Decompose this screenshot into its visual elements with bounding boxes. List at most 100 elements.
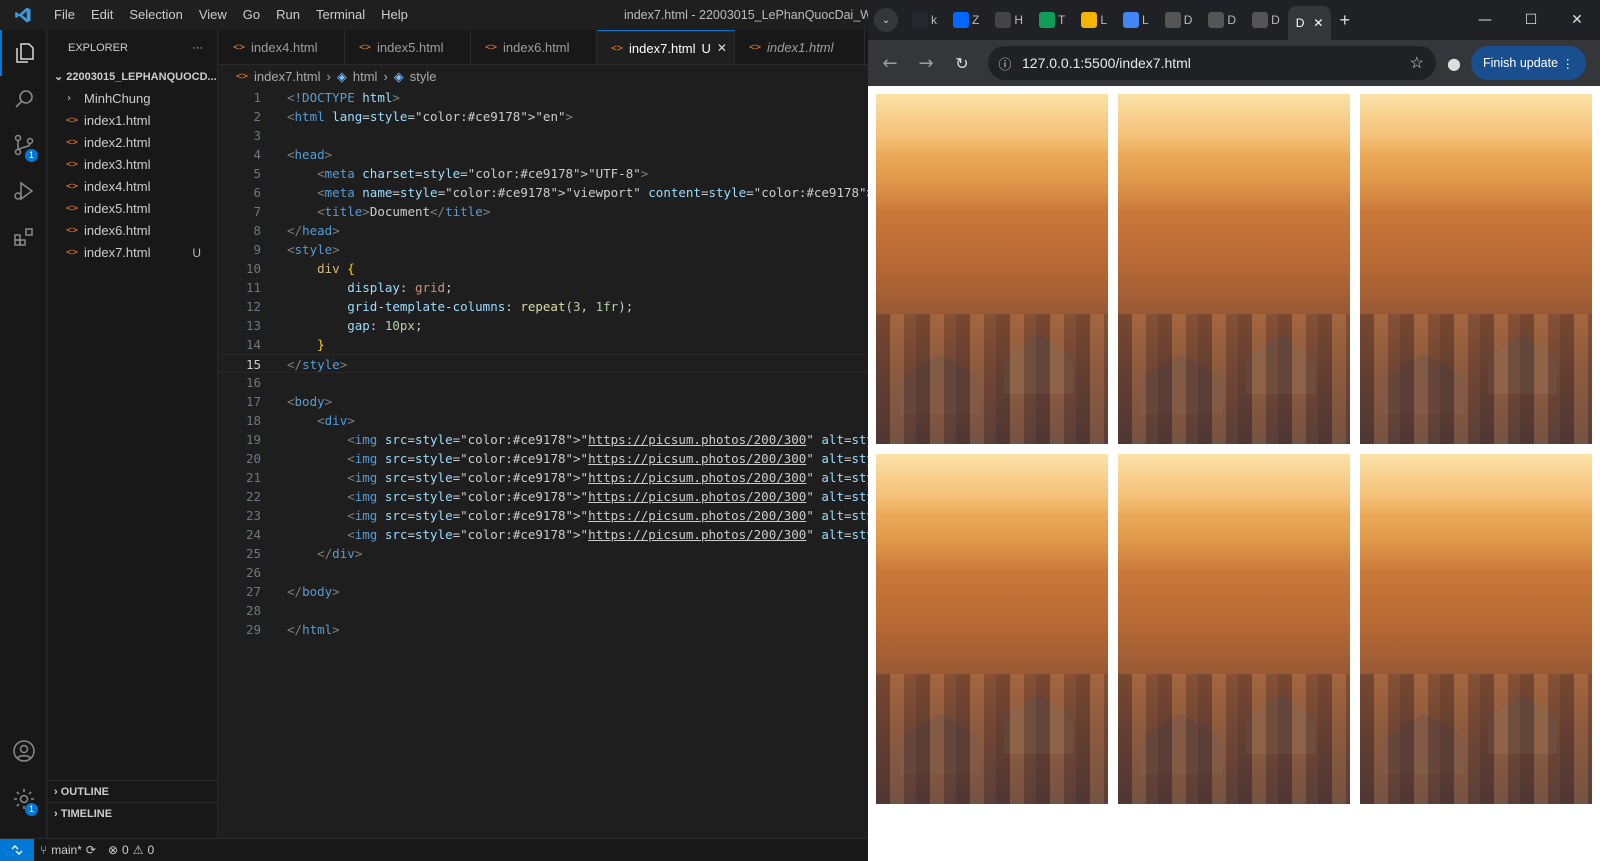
browser-tab[interactable]: D	[1157, 5, 1201, 35]
code-line[interactable]: 15 </style>	[219, 354, 868, 373]
file-item[interactable]: <> index7.html U	[48, 242, 217, 264]
browser-tab[interactable]: T	[1031, 5, 1073, 35]
code-line[interactable]: 4 <head>	[219, 145, 868, 164]
html-file-icon: <>	[233, 42, 246, 53]
menu-file[interactable]: File	[46, 0, 83, 30]
tab-index1[interactable]: <> index1.html	[735, 30, 865, 64]
file-item[interactable]: <> index4.html	[48, 176, 217, 198]
site-info-icon[interactable]: ⓘ	[988, 54, 1022, 73]
code-line[interactable]: 25 </div>	[219, 544, 868, 563]
timeline-section[interactable]: › TIMELINE	[48, 802, 218, 824]
explorer-sidebar: EXPLORER ··· ⌄ 22003015_LEPHANQUOCD... ›…	[48, 30, 218, 838]
line-number: 3	[253, 128, 261, 143]
line-number: 22	[245, 489, 261, 504]
menu-terminal[interactable]: Terminal	[308, 0, 373, 30]
code-line[interactable]: 3	[219, 126, 868, 145]
accounts-icon[interactable]	[0, 728, 47, 774]
favicon-icon	[953, 12, 969, 28]
menu-run[interactable]: Run	[268, 0, 308, 30]
code-line[interactable]: 19 <img src=style="color:#ce9178">"https…	[219, 430, 1341, 449]
new-tab-button[interactable]: +	[1331, 5, 1358, 35]
outline-section[interactable]: › OUTLINE	[48, 780, 218, 802]
tab-index5[interactable]: <> index5.html	[345, 30, 471, 64]
code-line[interactable]: 21 <img src=style="color:#ce9178">"https…	[219, 468, 1341, 487]
file-item[interactable]: <> index3.html	[48, 154, 217, 176]
error-icon: ⊗	[107, 843, 119, 857]
reload-icon[interactable]: ↻	[944, 45, 980, 81]
bookmark-star-icon[interactable]: ☆	[1410, 53, 1424, 73]
code-line[interactable]: 12 grid-template-columns: repeat(3, 1fr)…	[219, 297, 868, 316]
code-editor[interactable]: 1 <!DOCTYPE html> 2 <html lang=style="color…	[219, 88, 1341, 838]
browser-tab-active[interactable]: D ✕	[1287, 6, 1332, 40]
code-line[interactable]: 14 }	[219, 335, 868, 354]
minimize-icon[interactable]: —	[1462, 0, 1508, 40]
more-actions-icon[interactable]: ···	[192, 30, 203, 66]
code-line[interactable]: 29 </html>	[219, 620, 868, 639]
tab-search-button[interactable]: ⌄	[868, 5, 904, 35]
browser-tab[interactable]: Z	[945, 5, 987, 35]
code-line[interactable]: 18 <div>	[219, 411, 868, 430]
profile-icon[interactable]: ●	[1436, 45, 1472, 81]
menu-edit[interactable]: Edit	[83, 0, 121, 30]
explorer-icon[interactable]	[0, 30, 47, 76]
menu-view[interactable]: View	[191, 0, 235, 30]
file-item[interactable]: <> index6.html	[48, 220, 217, 242]
code-line[interactable]: 6 <meta name=style="color:#ce9178">"view…	[219, 183, 1175, 202]
image-grid	[876, 94, 1592, 804]
code-line[interactable]: 23 <img src=style="color:#ce9178">"https…	[219, 506, 1341, 525]
code-line[interactable]: 20 <img src=style="color:#ce9178">"https…	[219, 449, 1341, 468]
code-line[interactable]: 1 <!DOCTYPE html>	[219, 88, 868, 107]
code-line[interactable]: 27 </body>	[219, 582, 868, 601]
code-line[interactable]: 13 gap: 10px;	[219, 316, 868, 335]
remote-icon[interactable]	[0, 839, 34, 861]
code-line[interactable]: 5 <meta charset=style="color:#ce9178">"U…	[219, 164, 868, 183]
photo-image	[1118, 454, 1350, 804]
source-control-icon[interactable]: 1	[0, 122, 47, 168]
tab-index4[interactable]: <> index4.html	[219, 30, 345, 64]
menu-selection[interactable]: Selection	[121, 0, 190, 30]
browser-tab[interactable]: D	[1244, 5, 1288, 35]
code-line[interactable]: 26	[219, 563, 868, 582]
code-line[interactable]: 22 <img src=style="color:#ce9178">"https…	[219, 487, 1341, 506]
run-debug-icon[interactable]	[0, 168, 47, 214]
browser-tab[interactable]: L	[1115, 5, 1157, 35]
forward-icon[interactable]: →	[908, 45, 944, 81]
close-tab-icon[interactable]: ✕	[717, 31, 727, 65]
tab-index6[interactable]: <> index6.html	[471, 30, 597, 64]
code-line[interactable]: 10 div {	[219, 259, 868, 278]
folder-item[interactable]: › MinhChung	[48, 88, 217, 110]
file-item[interactable]: <> index5.html	[48, 198, 217, 220]
finish-update-button[interactable]: Finish update ⋮	[1471, 46, 1586, 80]
browser-tab[interactable]: k	[904, 5, 945, 35]
file-item[interactable]: <> index1.html	[48, 110, 217, 132]
code-line[interactable]: 9 <style>	[219, 240, 868, 259]
manage-gear-icon[interactable]: 1	[0, 776, 47, 822]
menu-help[interactable]: Help	[373, 0, 416, 30]
code-line[interactable]: 28	[219, 601, 868, 620]
file-item[interactable]: <> index2.html	[48, 132, 217, 154]
code-line[interactable]: 7 <title>Document</title>	[219, 202, 868, 221]
workspace-root-folder[interactable]: ⌄ 22003015_LEPHANQUOCD...	[48, 66, 217, 88]
close-icon[interactable]: ✕	[1554, 0, 1600, 40]
code-line[interactable]: 8 </head>	[219, 221, 868, 240]
menu-go[interactable]: Go	[235, 0, 268, 30]
address-bar[interactable]: ⓘ 127.0.0.1:5500/index7.html ☆	[988, 46, 1436, 80]
code-line[interactable]: 16	[219, 373, 868, 392]
browser-tab[interactable]: H	[987, 5, 1031, 35]
code-line[interactable]: 24 <img src=style="color:#ce9178">"https…	[219, 525, 1341, 544]
url-text[interactable]: 127.0.0.1:5500/index7.html	[1022, 55, 1191, 71]
search-icon[interactable]	[0, 76, 47, 122]
code-line[interactable]: 2 <html lang=style="color:#ce9178">"en">	[219, 107, 868, 126]
problems-status[interactable]: ⊗ 0 ⚠ 0	[102, 843, 160, 857]
code-line[interactable]: 17 <body>	[219, 392, 868, 411]
browser-tab[interactable]: D	[1200, 5, 1244, 35]
back-icon[interactable]: ←	[872, 45, 908, 81]
sync-icon[interactable]: ⟳	[86, 843, 96, 857]
maximize-icon[interactable]: ☐	[1508, 0, 1554, 40]
code-line[interactable]: 11 display: grid;	[219, 278, 868, 297]
git-branch[interactable]: ⑂ main* ⟳	[34, 843, 102, 857]
extensions-icon[interactable]	[0, 214, 47, 260]
tab-index7[interactable]: <> index7.html U ✕	[597, 30, 735, 65]
browser-tab[interactable]: L	[1073, 5, 1115, 35]
close-tab-icon[interactable]: ✕	[1313, 16, 1323, 30]
